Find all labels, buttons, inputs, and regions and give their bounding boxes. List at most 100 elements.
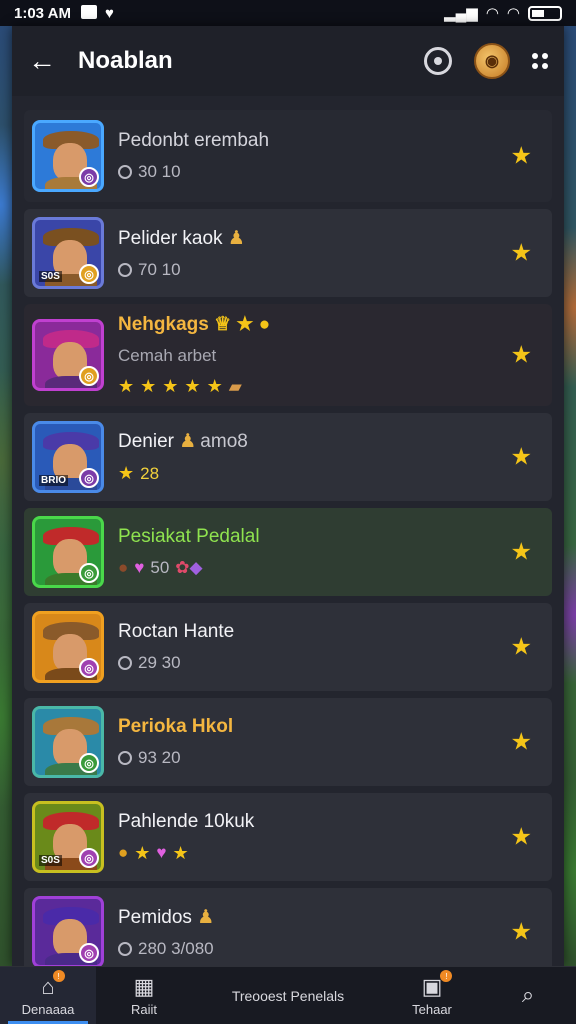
player-stats: ● ★ ♥ ★: [118, 843, 544, 864]
player-name: Pemidos ♟: [118, 906, 544, 929]
player-info: Pemidos ♟ 280 3/080: [118, 906, 544, 959]
player-name: Nehgkags ♕ ★ ●: [118, 313, 544, 336]
favorite-star-icon[interactable]: ★: [510, 341, 532, 370]
wifi-icon: ◠: [485, 5, 499, 22]
player-name-text: Pemidos: [118, 906, 192, 928]
player-name: Pesiakat Pedalal: [118, 526, 544, 548]
player-info: Nehgkags ♕ ★ ● Cemah arbet ★ ★ ★ ★ ★ ▰: [118, 313, 544, 397]
favorite-star-icon[interactable]: ★: [510, 918, 532, 947]
player-avatar: ◎ S0S: [32, 217, 104, 289]
player-stat-value: 70 10: [138, 259, 181, 279]
rank-badge-icon: ◎: [79, 167, 99, 187]
favorite-star-icon[interactable]: ★: [510, 633, 532, 662]
nav-label: Raiit: [130, 1002, 157, 1017]
avatar-tag: BRIO: [39, 475, 68, 486]
nav-item-raiit[interactable]: ▦ Raiit: [96, 967, 192, 1024]
back-arrow-icon[interactable]: ←: [28, 45, 62, 77]
list-item[interactable]: ◎ Perioka Hkol 93 20 ★: [24, 698, 552, 786]
search-badge-icon[interactable]: [424, 47, 452, 75]
list-item[interactable]: ◎ Roctan Hante 29 30 ★: [24, 603, 552, 691]
favorite-star-icon[interactable]: ★: [510, 538, 532, 567]
player-name-text: Pesiakat Pedalal: [118, 526, 260, 547]
nav-item-search[interactable]: ⌕: [480, 967, 576, 1024]
player-name: Pedonbt erembah: [118, 130, 544, 152]
player-avatar: ◎: [32, 516, 104, 588]
favorite-star-icon[interactable]: ★: [510, 239, 532, 268]
clock-icon: [118, 941, 132, 956]
list-item[interactable]: ◎ BRIO Denier ♟ amo8 ★ 28 ★: [24, 413, 552, 501]
home-icon: ⌂!: [41, 970, 65, 1000]
pawn-icon: ♟: [222, 227, 245, 249]
rank-badge-icon: ◎: [79, 848, 99, 868]
list-item[interactable]: ◎ S0S Pelider kaok ♟ 70 10 ★: [24, 209, 552, 297]
player-stat-value: 50: [150, 558, 170, 577]
clock-icon: [118, 656, 132, 670]
avatar-tag: S0S: [39, 271, 62, 282]
page-title: Noablan: [78, 47, 173, 74]
nav-label: Treooest Penelals: [231, 987, 345, 1004]
favorite-star-icon[interactable]: ★: [510, 142, 532, 171]
list-item[interactable]: ◎ Pesiakat Pedalal ● ♥ 50 ✿◆ ★: [24, 508, 552, 596]
player-list: ◎ Pedonbt erembah 30 10 ★ ◎ S0S Pelider kaok ♟…: [12, 96, 564, 976]
player-name: Perioka Hkol: [118, 716, 544, 738]
player-name-suffix: amo8: [200, 431, 248, 452]
player-stat-value: 93 20: [138, 748, 181, 767]
candy-icon: ✿: [175, 558, 190, 577]
list-item[interactable]: ◎ Pedonbt erembah 30 10 ★: [24, 110, 552, 202]
gem-icon: ●: [118, 558, 129, 577]
list-item[interactable]: ◎ Pemidos ♟ 280 3/080 ★: [24, 888, 552, 976]
list-item[interactable]: ◎ S0S Pahlende 10kuk ● ★ ♥ ★ ★: [24, 793, 552, 881]
star-icon: ★: [172, 842, 189, 863]
clock-icon: [118, 262, 132, 277]
player-stats: 93 20: [118, 748, 544, 768]
wifi-icon: ◠: [506, 5, 520, 22]
player-stats: ● ♥ 50 ✿◆: [118, 558, 544, 578]
star-icon: ★: [206, 376, 223, 396]
player-info: Denier ♟ amo8 ★ 28: [118, 430, 544, 484]
player-avatar: ◎ S0S: [32, 801, 104, 873]
star-icon: ★: [134, 842, 151, 863]
star-icon: ★: [118, 463, 135, 483]
player-name-text: Pahlende 10kuk: [118, 810, 255, 832]
favorite-star-icon[interactable]: ★: [510, 823, 532, 852]
battery-icon: [528, 5, 562, 21]
nav-item-tehaar[interactable]: ▣! Tehaar: [384, 967, 480, 1024]
shield-icon: ♥: [104, 4, 114, 22]
leaderboard-panel: ← Noablan ◉ ◎ Pedonbt erembah 30 10 ★ ◎ S0S Pe…: [12, 26, 564, 976]
list-item[interactable]: ◎ Nehgkags ♕ ★ ● Cemah arbet ★ ★ ★ ★ ★ ▰ ★: [24, 304, 552, 406]
gem-icon: ◆: [189, 558, 203, 577]
star-icon: ★: [184, 376, 201, 396]
player-avatar: ◎: [32, 120, 104, 192]
nav-item-home[interactable]: ⌂! Denaaaa: [0, 967, 96, 1024]
player-name-text: Roctan Hante: [118, 621, 235, 642]
rank-badge-icon: ◎: [79, 468, 99, 488]
notification-dot: !: [52, 970, 65, 982]
dots-menu-icon[interactable]: [532, 53, 548, 69]
nav-item-penelals[interactable]: Treooest Penelals: [192, 967, 384, 1024]
trophy-icon: ♕: [214, 314, 232, 335]
player-stat-value: 29 30: [138, 653, 181, 672]
player-info: Pedonbt erembah 30 10: [118, 130, 544, 182]
signal-icon: ▂▄▆: [444, 5, 478, 22]
notification-icon: [80, 4, 97, 19]
player-stats: 29 30: [118, 653, 544, 673]
star-icon: ★: [236, 314, 254, 335]
player-stats: ★ 28: [118, 463, 544, 484]
player-name: Pahlende 10kuk: [118, 811, 544, 833]
player-info: Pesiakat Pedalal ● ♥ 50 ✿◆: [118, 526, 544, 578]
favorite-star-icon[interactable]: ★: [510, 443, 532, 472]
player-stat-value: Cemah arbet: [118, 346, 217, 365]
player-stats: Cemah arbet: [118, 346, 544, 366]
rating-stars: ★ ★ ★ ★ ★ ▰: [118, 376, 544, 397]
player-name-text: Nehgkags: [118, 314, 209, 335]
notification-dot: !: [440, 970, 453, 982]
player-info: Pelider kaok ♟ 70 10: [118, 227, 544, 280]
player-name: Denier ♟ amo8: [118, 430, 544, 453]
favorite-star-icon[interactable]: ★: [510, 728, 532, 757]
player-stats: 280 3/080: [118, 939, 544, 959]
coin-avatar-icon[interactable]: ◉: [474, 43, 510, 79]
nav-label: Tehaar: [412, 1002, 452, 1017]
player-info: Roctan Hante 29 30: [118, 621, 544, 673]
player-stats: 70 10: [118, 260, 544, 280]
player-name: Pelider kaok ♟: [118, 227, 544, 250]
